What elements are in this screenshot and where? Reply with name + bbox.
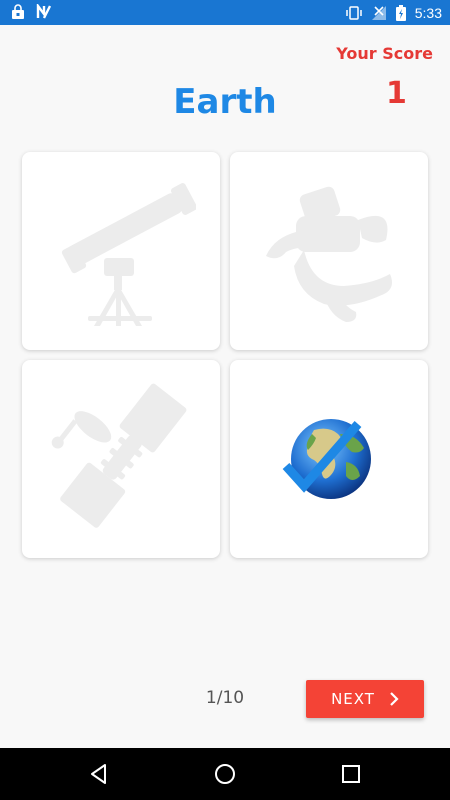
option-card-satellite[interactable]: [22, 360, 220, 558]
vibrate-icon: [346, 6, 362, 20]
next-button-label: NEXT: [331, 690, 375, 708]
option-card-earth[interactable]: [230, 360, 428, 558]
satellite-icon: [51, 383, 187, 528]
option-card-telescope[interactable]: [22, 152, 220, 350]
astronaut-icon: [266, 186, 392, 322]
telescope-icon: [61, 183, 196, 326]
system-nav-bar: [0, 748, 450, 800]
status-bar: 5:33: [0, 0, 450, 25]
lock-bag-icon: [12, 4, 24, 19]
score-label: Your Score: [336, 44, 433, 63]
next-button[interactable]: NEXT: [306, 680, 424, 718]
question-counter: 1/10: [205, 688, 245, 708]
option-card-astronaut[interactable]: [230, 152, 428, 350]
n-notification-icon: [36, 4, 52, 19]
recents-icon[interactable]: [339, 762, 363, 786]
home-icon[interactable]: [213, 762, 237, 786]
back-icon[interactable]: [87, 762, 111, 786]
status-time: 5:33: [414, 5, 442, 21]
no-signal-icon: [371, 6, 386, 20]
battery-charging-icon: [395, 5, 406, 21]
question-word: Earth: [173, 82, 277, 122]
chevron-right-icon: [390, 692, 399, 706]
earth-globe-icon: [282, 419, 371, 499]
